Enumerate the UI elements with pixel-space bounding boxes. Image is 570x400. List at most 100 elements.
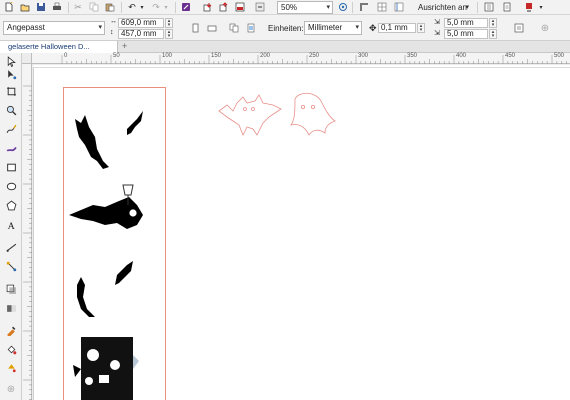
snap-to-dropdown[interactable]: Ausrichten an ▾	[414, 1, 472, 14]
page-size-select[interactable]: Angepasst ▾	[3, 21, 105, 35]
page-size-value: Angepasst	[7, 23, 45, 32]
units-select[interactable]: Millimeter ▾	[304, 21, 362, 35]
haunted-book-silhouette[interactable]	[73, 337, 139, 400]
nudge-distance-value: 0,1 mm	[381, 23, 408, 32]
freehand-tool-icon[interactable]	[5, 123, 17, 135]
ellipse-tool-icon[interactable]	[5, 180, 17, 192]
ruler-label: 200	[260, 53, 271, 59]
zoom-level-select[interactable]: 50% ▾	[277, 1, 333, 14]
ruler-label: 500	[554, 53, 565, 59]
svg-text:A: A	[7, 220, 15, 229]
document-tab-bar: gelaserte Halloween D... +	[0, 41, 570, 53]
ruler-label: 0	[64, 53, 68, 59]
nudge-distance-field[interactable]: 0,1 mm	[378, 23, 416, 33]
import-icon[interactable]	[203, 2, 213, 12]
ghost-cutout-outline[interactable]	[290, 92, 336, 136]
vertical-ruler[interactable]	[22, 64, 32, 400]
page-width-field[interactable]: 609,0 mm	[118, 18, 164, 28]
bat-silhouette[interactable]	[75, 115, 109, 169]
application-options-icon[interactable]	[502, 2, 512, 12]
connector-tool-icon[interactable]	[5, 260, 17, 272]
show-rulers-icon[interactable]	[359, 2, 369, 12]
nudge-distance-stepper[interactable]: ▴ ▾	[417, 23, 425, 33]
artwork-layer	[69, 92, 336, 400]
page-height-field[interactable]: 457,0 mm	[118, 29, 164, 39]
quick-customize-icon[interactable]: ⊕	[540, 23, 550, 34]
drawing-canvas[interactable]	[33, 65, 570, 400]
full-screen-preview-icon[interactable]	[338, 2, 348, 12]
page-height-stepper[interactable]: ▴ ▾	[165, 29, 173, 39]
ruler-label: 450	[505, 53, 516, 59]
launch-dropdown-icon[interactable]: ▾	[536, 2, 546, 12]
duplicate-distance-x-stepper[interactable]: ▴ ▾	[489, 18, 497, 28]
dimension-tool-icon[interactable]	[5, 241, 17, 253]
current-page-icon[interactable]	[246, 23, 256, 33]
standard-toolbar: ✂ ↶ ▾ ↷ ▾ 50% ▾ Ausrichten an ▾ ▾	[0, 0, 570, 15]
page-width-icon: ↔	[110, 18, 117, 25]
landscape-icon[interactable]	[207, 23, 217, 33]
ruler-label: 50	[113, 53, 120, 59]
smart-fill-tool-icon[interactable]	[5, 361, 17, 373]
add-tool-icon[interactable]: ⊕	[5, 383, 17, 395]
application-launcher-icon[interactable]	[255, 2, 265, 12]
crop-tool-icon[interactable]	[5, 85, 17, 97]
portrait-icon[interactable]	[190, 23, 200, 33]
zoom-tool-icon[interactable]	[5, 104, 17, 116]
document-tab[interactable]: gelaserte Halloween D...	[0, 41, 118, 53]
bat-silhouette[interactable]	[77, 277, 95, 317]
ruler-label: 400	[456, 53, 467, 59]
rectangle-tool-icon[interactable]	[5, 161, 17, 173]
zoom-level-value: 50%	[281, 3, 298, 12]
horizontal-ruler[interactable]: 0 50 100 150 200 250 300 350 400 450 500	[32, 53, 570, 64]
new-tab-icon[interactable]: +	[122, 41, 127, 51]
polygon-tool-icon[interactable]	[5, 199, 17, 211]
options-icon[interactable]	[484, 2, 494, 12]
chevron-down-icon: ▾	[465, 4, 469, 11]
artistic-media-tool-icon[interactable]	[5, 142, 17, 154]
transparency-tool-icon[interactable]	[5, 302, 17, 314]
eyedropper-tool-icon[interactable]	[5, 324, 17, 336]
undo-icon[interactable]: ↶	[127, 2, 137, 12]
toolbox: A ⊕	[0, 53, 22, 400]
undo-dropdown-icon[interactable]: ▾	[137, 2, 147, 12]
open-folder-icon[interactable]	[20, 2, 30, 12]
redo-dropdown-icon[interactable]: ▾	[161, 2, 171, 12]
page-height-icon: ↕	[110, 29, 114, 36]
all-pages-icon[interactable]	[229, 23, 239, 33]
pick-tool-icon[interactable]	[5, 55, 17, 67]
duplicate-distance-x-field[interactable]: 5,0 mm	[444, 18, 488, 28]
bat-cutout-outline[interactable]	[218, 94, 282, 136]
cut-icon[interactable]: ✂	[73, 2, 83, 12]
shape-tool-icon[interactable]	[5, 68, 17, 80]
publish-pdf-icon[interactable]	[235, 2, 245, 12]
ruler-label: 150	[211, 53, 222, 59]
interactive-fill-tool-icon[interactable]	[5, 343, 17, 355]
document-tab-title: gelaserte Halloween D...	[8, 42, 90, 51]
print-icon[interactable]	[52, 2, 62, 12]
save-icon[interactable]	[36, 2, 46, 12]
show-guidelines-icon[interactable]	[394, 2, 404, 12]
launch-icon[interactable]	[524, 2, 534, 12]
paste-icon[interactable]	[105, 2, 115, 12]
new-document-icon[interactable]	[4, 2, 14, 12]
export-icon[interactable]	[219, 2, 229, 12]
small-bat-silhouette[interactable]	[115, 261, 133, 285]
duplicate-distance-y-field[interactable]: 5,0 mm	[444, 29, 488, 39]
copy-icon[interactable]	[89, 2, 99, 12]
duplicate-distance-y-stepper[interactable]: ▴ ▾	[489, 29, 497, 39]
chevron-down-icon: ▾	[355, 24, 359, 31]
redo-icon[interactable]: ↷	[151, 2, 161, 12]
page-width-value: 609,0 mm	[121, 18, 157, 27]
witch-silhouette[interactable]	[69, 184, 143, 229]
small-bat-silhouette[interactable]	[127, 111, 143, 135]
duplicate-distance-y-value: 5,0 mm	[447, 29, 474, 38]
chevron-down-icon: ▾	[98, 24, 102, 31]
search-content-icon[interactable]	[181, 2, 191, 12]
nudge-icon: ✥	[369, 23, 377, 33]
treat-as-filled-icon[interactable]	[514, 23, 524, 33]
page-width-stepper[interactable]: ▴ ▾	[165, 18, 173, 28]
text-tool-icon[interactable]: A	[5, 218, 17, 230]
show-grid-icon[interactable]	[377, 2, 387, 12]
drop-shadow-tool-icon[interactable]	[5, 283, 17, 295]
ruler-corner[interactable]	[22, 53, 32, 64]
